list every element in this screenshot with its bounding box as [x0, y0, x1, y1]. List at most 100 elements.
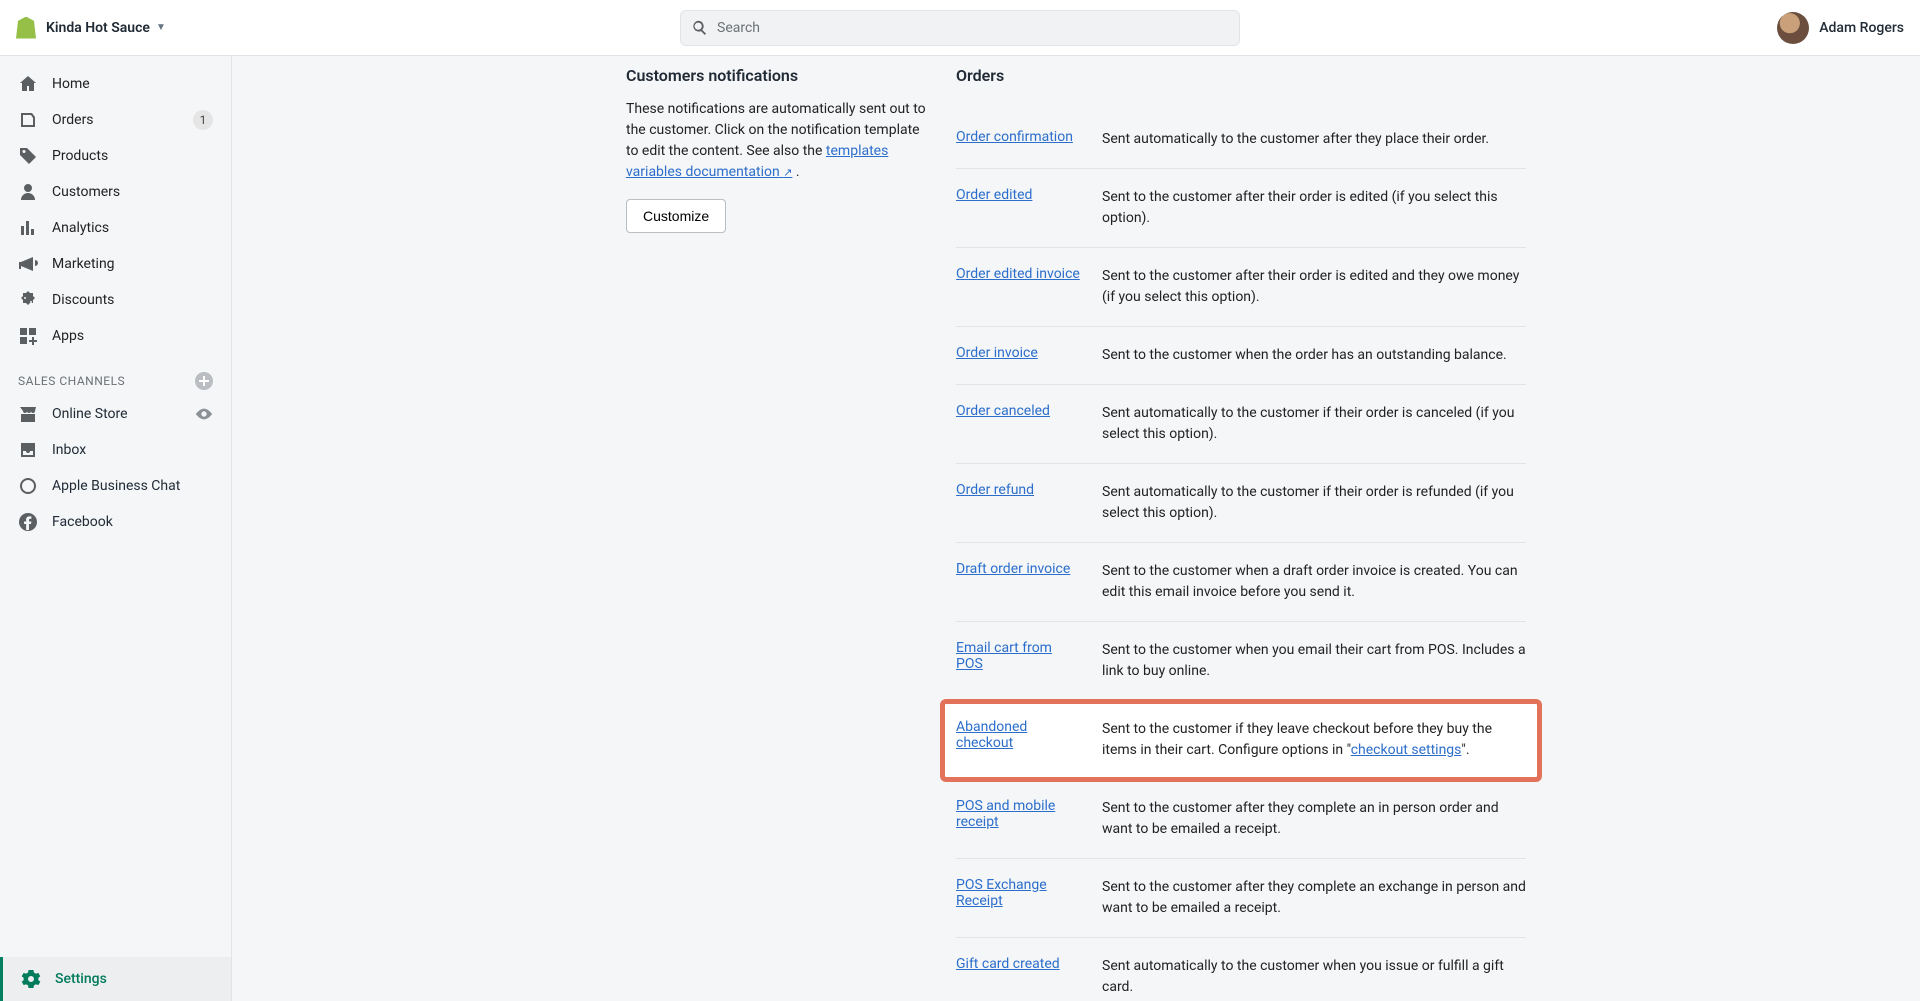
nav-analytics[interactable]: Analytics: [0, 210, 231, 246]
notification-desc: Sent to the customer if they leave check…: [1102, 719, 1526, 761]
main-content: Customers notifications These notificati…: [232, 56, 1920, 1001]
notification-desc: Sent to the customer when the order has …: [1102, 345, 1526, 366]
channel-apple-business-chat[interactable]: Apple Business Chat: [0, 468, 231, 504]
sales-channels-label: SALES CHANNELS: [18, 374, 125, 388]
search-icon: [691, 19, 709, 37]
nav-label: Products: [52, 148, 213, 164]
orders-badge: 1: [193, 110, 213, 130]
notification-name-cell: Gift card created: [956, 956, 1082, 998]
inbox-icon: [18, 440, 38, 460]
notification-desc: Sent automatically to the customer if th…: [1102, 482, 1526, 524]
notification-link[interactable]: Order refund: [956, 482, 1034, 498]
customers-notifications-title: Customers notifications: [626, 66, 926, 85]
notification-row: Gift card created Sent automatically to t…: [956, 938, 1526, 1001]
notification-desc: Sent automatically to the customer after…: [1102, 129, 1526, 150]
channel-online-store[interactable]: Online Store: [0, 396, 231, 432]
nav-label: Orders: [52, 112, 179, 128]
notification-row: Abandoned checkout Sent to the customer i…: [942, 701, 1540, 780]
notification-desc: Sent to the customer after they complete…: [1102, 798, 1526, 840]
eye-icon[interactable]: [195, 405, 213, 423]
gear-icon: [21, 969, 41, 989]
notification-link[interactable]: Order edited invoice: [956, 266, 1080, 282]
notification-row: Draft order invoiceSent to the customer …: [956, 543, 1526, 622]
notification-name-cell: Order edited: [956, 187, 1082, 229]
search-input[interactable]: Search: [680, 10, 1240, 46]
intro-text: These notifications are automatically se…: [626, 99, 926, 183]
nav-products[interactable]: Products: [0, 138, 231, 174]
avatar: [1777, 12, 1809, 44]
customize-button[interactable]: Customize: [626, 199, 726, 233]
user-name: Adam Rogers: [1819, 20, 1904, 36]
nav-label: Apps: [52, 328, 213, 344]
notification-link[interactable]: Order confirmation: [956, 129, 1073, 145]
notification-desc: Sent to the customer when you email thei…: [1102, 640, 1526, 682]
channel-label: Apple Business Chat: [52, 478, 213, 494]
notification-link[interactable]: Abandoned checkout: [956, 719, 1027, 751]
notification-desc: Sent to the customer after their order i…: [1102, 266, 1526, 308]
notification-desc: Sent to the customer after their order i…: [1102, 187, 1526, 229]
notification-name-cell: Order invoice: [956, 345, 1082, 366]
nav-label: Analytics: [52, 220, 213, 236]
nav-discounts[interactable]: Discounts: [0, 282, 231, 318]
notification-link[interactable]: Order edited: [956, 187, 1032, 203]
notification-name-cell: Abandoned checkout: [956, 719, 1082, 761]
notification-desc: Sent to the customer after they complete…: [1102, 877, 1526, 919]
notification-desc: Sent automatically to the customer when …: [1102, 956, 1526, 998]
notification-row: Order edited invoice Sent to the customer…: [956, 248, 1526, 327]
notification-name-cell: POS and mobile receipt: [956, 798, 1082, 840]
notification-row: Email cart from POS Sent to the customer …: [956, 622, 1526, 701]
plus-icon: [199, 376, 209, 386]
notification-row: Order edited Sent to the customer after t…: [956, 169, 1526, 248]
nav-orders[interactable]: Orders 1: [0, 102, 231, 138]
notification-name-cell: POS Exchange Receipt: [956, 877, 1082, 919]
orders-panel: Orders Order confirmationSent automatica…: [956, 66, 1526, 961]
left-panel: Customers notifications These notificati…: [626, 66, 926, 961]
channel-inbox[interactable]: Inbox: [0, 432, 231, 468]
notification-link[interactable]: POS Exchange Receipt: [956, 877, 1047, 909]
store-name: Kinda Hot Sauce: [46, 20, 150, 36]
chevron-down-icon: ▼: [156, 22, 166, 33]
notification-row: Order refund Sent automatically to the cu…: [956, 464, 1526, 543]
notification-link[interactable]: Order canceled: [956, 403, 1050, 419]
notification-desc: Sent automatically to the customer if th…: [1102, 403, 1526, 445]
nav-home[interactable]: Home: [0, 66, 231, 102]
nav-marketing[interactable]: Marketing: [0, 246, 231, 282]
sales-channels-header: SALES CHANNELS: [0, 354, 231, 396]
nav-label: Marketing: [52, 256, 213, 272]
notification-link[interactable]: Email cart from POS: [956, 640, 1052, 672]
nav-label: Home: [52, 76, 213, 92]
topbar: Kinda Hot Sauce ▼ Search Adam Rogers: [0, 0, 1920, 56]
notification-link[interactable]: POS and mobile receipt: [956, 798, 1055, 830]
channel-label: Inbox: [52, 442, 213, 458]
notification-name-cell: Draft order invoice: [956, 561, 1082, 603]
nav-apps[interactable]: Apps: [0, 318, 231, 354]
orders-icon: [18, 110, 38, 130]
notification-link[interactable]: Draft order invoice: [956, 561, 1070, 577]
circle-icon: [18, 476, 38, 496]
channel-label: Online Store: [52, 406, 181, 422]
search-placeholder: Search: [717, 20, 760, 36]
nav-customers[interactable]: Customers: [0, 174, 231, 210]
notification-name-cell: Order edited invoice: [956, 266, 1082, 308]
checkout-settings-link[interactable]: checkout settings: [1351, 742, 1462, 758]
notification-name-cell: Email cart from POS: [956, 640, 1082, 682]
notification-link[interactable]: Order invoice: [956, 345, 1038, 361]
facebook-icon: [18, 512, 38, 532]
apps-icon: [18, 326, 38, 346]
notification-name-cell: Order confirmation: [956, 129, 1082, 150]
notification-row: POS and mobile receipt Sent to the custom…: [956, 780, 1526, 859]
add-channel-button[interactable]: [195, 372, 213, 390]
discount-icon: [18, 290, 38, 310]
nav-settings[interactable]: Settings: [0, 957, 231, 1001]
store-switcher[interactable]: Kinda Hot Sauce ▼: [16, 17, 236, 39]
tag-icon: [18, 146, 38, 166]
nav-label: Discounts: [52, 292, 213, 308]
notification-row: POS Exchange Receipt Sent to the customer…: [956, 859, 1526, 938]
nav-label: Customers: [52, 184, 213, 200]
notification-link[interactable]: Gift card created: [956, 956, 1060, 972]
shopify-logo-icon: [16, 17, 36, 39]
channel-facebook[interactable]: Facebook: [0, 504, 231, 540]
analytics-icon: [18, 218, 38, 238]
user-menu[interactable]: Adam Rogers: [1777, 12, 1904, 44]
settings-label: Settings: [55, 971, 107, 987]
